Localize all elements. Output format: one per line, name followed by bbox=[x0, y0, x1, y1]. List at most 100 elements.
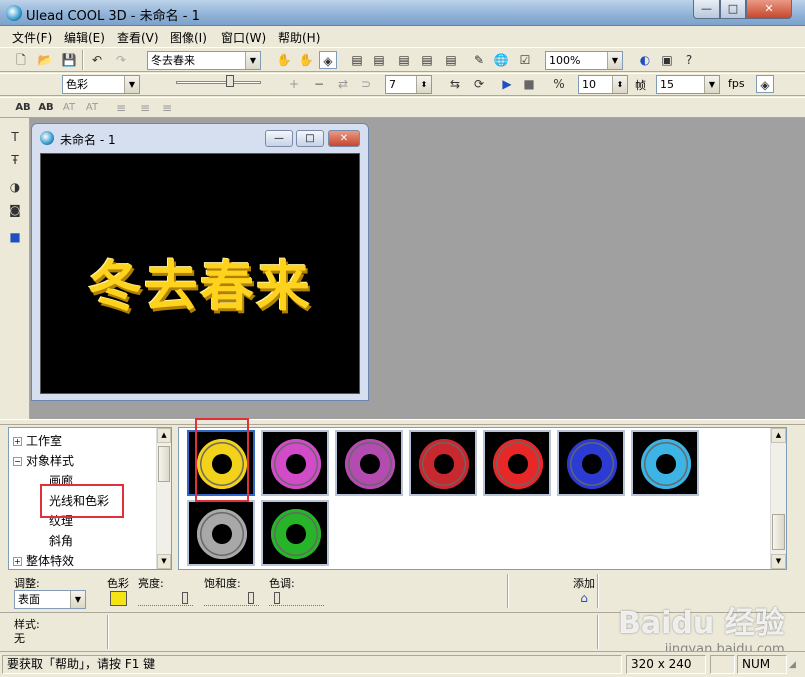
minimize-button[interactable]: — bbox=[693, 0, 720, 19]
scroll-down-icon[interactable]: ▼ bbox=[157, 554, 171, 569]
text-up-tool[interactable]: AT bbox=[60, 99, 78, 117]
scroll-up-icon[interactable]: ▲ bbox=[771, 428, 786, 443]
stop-icon[interactable]: ■ bbox=[520, 75, 538, 93]
insert-geometry-icon[interactable]: ■ bbox=[6, 228, 24, 246]
chart-icon[interactable]: ☑ bbox=[516, 51, 534, 69]
window-title: Ulead COOL 3D - 未命名 - 1 bbox=[26, 9, 200, 24]
gallery-thumb[interactable] bbox=[335, 430, 403, 496]
color-swatch[interactable] bbox=[110, 591, 127, 606]
gallery-thumb[interactable] bbox=[261, 500, 329, 566]
open-folder-icon[interactable]: 📂 bbox=[36, 51, 54, 69]
new-file-icon[interactable]: 🗋 bbox=[12, 51, 30, 69]
tree-item-studio[interactable]: + 工作室 bbox=[13, 432, 62, 449]
fps-spin[interactable]: 10 ⬍ bbox=[578, 75, 628, 94]
hue-slider[interactable] bbox=[269, 592, 324, 606]
scroll-up-icon[interactable]: ▲ bbox=[157, 428, 171, 443]
menu-view[interactable]: 查看(V) bbox=[117, 29, 159, 46]
maximize-button[interactable]: □ bbox=[720, 0, 746, 19]
surface-value: 表面 bbox=[18, 593, 40, 606]
rotate-hand-icon[interactable]: ✋ bbox=[297, 51, 315, 69]
image-icon[interactable]: ▣ bbox=[658, 51, 676, 69]
plugin-icon[interactable]: ◐ bbox=[636, 51, 654, 69]
redo-icon[interactable]: ↷ bbox=[112, 51, 130, 69]
split-keyframe-icon[interactable]: ⇄ bbox=[334, 75, 352, 93]
pingpong-icon[interactable]: ⟳ bbox=[470, 75, 488, 93]
menu-help[interactable]: 帮助(H) bbox=[278, 29, 320, 46]
scroll-down-icon[interactable]: ▼ bbox=[771, 554, 786, 569]
zoom-combo[interactable]: 100% ▼ bbox=[545, 51, 623, 70]
align-bottom-icon[interactable]: ▤ bbox=[442, 51, 460, 69]
scroll-thumb[interactable] bbox=[772, 514, 785, 550]
scroll-thumb[interactable] bbox=[158, 446, 170, 482]
chevron-down-icon: ▼ bbox=[70, 591, 85, 608]
collapse-icon[interactable]: − bbox=[13, 457, 22, 466]
tree-item-bevel[interactable]: 斜角 bbox=[49, 532, 73, 549]
surface-combo[interactable]: 表面 ▼ bbox=[14, 590, 86, 609]
document-minimize-button[interactable]: — bbox=[265, 130, 293, 147]
toolbar-standard: 🗋 📂 💾 ↶ ↷ 冬去春来 ▼ ✋ ✋ ◈ ▤ ▤ ▤ ▤ ▤ ✎ 🌐 ☑ 1… bbox=[0, 47, 805, 72]
resize-grip-icon[interactable]: ◢ bbox=[789, 660, 803, 674]
menu-window[interactable]: 窗口(W) bbox=[221, 29, 266, 46]
gallery-scrollbar[interactable]: ▲ ▼ bbox=[770, 428, 786, 569]
preview-canvas[interactable]: 冬去春来 bbox=[40, 153, 360, 394]
panel-splitter[interactable] bbox=[0, 419, 805, 425]
gallery-thumb[interactable] bbox=[187, 500, 255, 566]
gallery-thumb[interactable] bbox=[483, 430, 551, 496]
brightness-label: 亮度: bbox=[138, 577, 164, 590]
align-left-icon[interactable]: ▤ bbox=[348, 51, 366, 69]
text-italic-tool[interactable]: AB bbox=[37, 99, 55, 117]
tree-scrollbar[interactable]: ▲ ▼ bbox=[156, 428, 171, 569]
play-icon[interactable]: ▶ bbox=[498, 75, 516, 93]
canvas-3d-text: 冬去春来 bbox=[88, 255, 312, 318]
expand-icon[interactable]: + bbox=[13, 437, 22, 446]
tree-item-global-effects[interactable]: + 整体特效 bbox=[13, 552, 74, 569]
timeline-slider[interactable] bbox=[160, 74, 270, 94]
close-button[interactable]: ✕ bbox=[746, 0, 792, 19]
light-icon[interactable]: ✎ bbox=[470, 51, 488, 69]
menu-image[interactable]: 图像(I) bbox=[170, 29, 207, 46]
tree-item-object-style[interactable]: − 对象样式 bbox=[13, 452, 74, 469]
text-down-tool[interactable]: AT bbox=[83, 99, 101, 117]
text-bold-tool[interactable]: AB bbox=[14, 99, 32, 117]
app-icon bbox=[6, 5, 22, 21]
undo-icon[interactable]: ↶ bbox=[88, 51, 106, 69]
save-icon[interactable]: 💾 bbox=[60, 51, 78, 69]
expand-icon[interactable]: + bbox=[13, 557, 22, 566]
globe-icon[interactable]: 🌐 bbox=[492, 51, 510, 69]
size-icon[interactable]: ◈ bbox=[319, 51, 337, 69]
gallery-thumb[interactable] bbox=[557, 430, 625, 496]
brightness-slider[interactable] bbox=[138, 592, 193, 606]
gallery-thumb[interactable] bbox=[631, 430, 699, 496]
document-close-button[interactable]: ✕ bbox=[328, 130, 360, 147]
align-right-text-icon[interactable]: ≡ bbox=[158, 99, 176, 117]
align-center-icon[interactable]: ▤ bbox=[370, 51, 388, 69]
percent-icon[interactable]: % bbox=[550, 75, 568, 93]
insert-text-icon[interactable]: T bbox=[6, 128, 24, 146]
remove-keyframe-icon[interactable]: − bbox=[310, 75, 328, 93]
document-maximize-button[interactable]: □ bbox=[296, 130, 324, 147]
add-keyframe-icon[interactable]: + bbox=[285, 75, 303, 93]
align-right-icon[interactable]: ▤ bbox=[395, 51, 413, 69]
text-object-combo[interactable]: 冬去春来 ▼ bbox=[147, 51, 261, 70]
gallery-thumb[interactable] bbox=[409, 430, 477, 496]
frame-number-spin[interactable]: 7 ⬍ bbox=[385, 75, 432, 94]
help-pointer-icon[interactable]: ? bbox=[680, 51, 698, 69]
gallery-thumb[interactable] bbox=[261, 430, 329, 496]
hand-move-icon[interactable]: ✋ bbox=[275, 51, 293, 69]
add-house-icon[interactable]: ⌂ bbox=[575, 589, 593, 607]
reverse-icon[interactable]: ⊃ bbox=[357, 75, 375, 93]
insert-shape-icon[interactable]: ◑ bbox=[6, 178, 24, 196]
align-center-text-icon[interactable]: ≡ bbox=[136, 99, 154, 117]
menu-edit[interactable]: 编辑(E) bbox=[64, 29, 105, 46]
frame-count-combo[interactable]: 15 ▼ bbox=[656, 75, 720, 94]
align-left-text-icon[interactable]: ≡ bbox=[112, 99, 130, 117]
menu-file[interactable]: 文件(F) bbox=[12, 29, 52, 46]
gear-purple-icon bbox=[345, 439, 395, 489]
align-top-icon[interactable]: ▤ bbox=[418, 51, 436, 69]
target-icon[interactable]: ◈ bbox=[756, 75, 774, 93]
attribute-combo[interactable]: 色彩 ▼ bbox=[62, 75, 140, 94]
edit-text-icon[interactable]: Ŧ bbox=[6, 151, 24, 169]
loop-icon[interactable]: ⇆ bbox=[446, 75, 464, 93]
edit-shape-icon[interactable]: ◙ bbox=[6, 201, 24, 219]
saturation-slider[interactable] bbox=[204, 592, 259, 606]
